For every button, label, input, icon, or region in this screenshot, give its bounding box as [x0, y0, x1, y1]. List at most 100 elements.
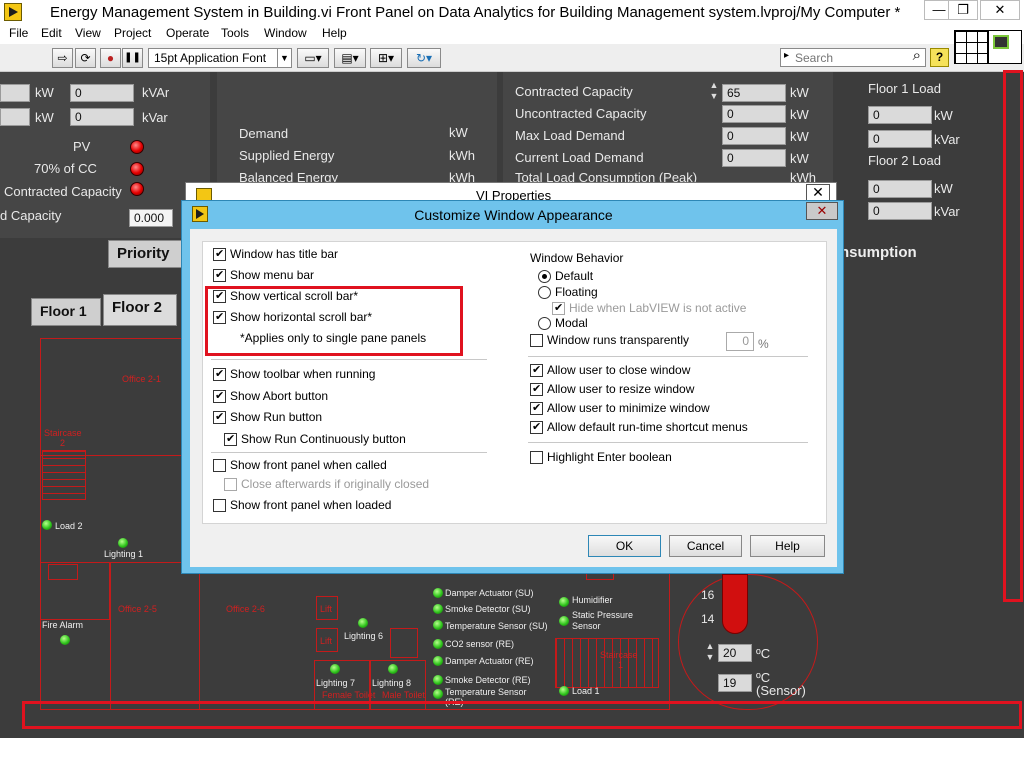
contracted-capacity-control[interactable]: 65 [722, 84, 786, 102]
temperature-setpoint-control[interactable]: 20 [718, 644, 752, 662]
pv-led [130, 140, 144, 154]
font-selector[interactable]: 15pt Application Font ▼ [148, 48, 292, 68]
smoke-detector-su-led [433, 604, 443, 614]
option-label: Show menu bar [230, 268, 315, 282]
run-continuously-button[interactable]: ⟳ [75, 48, 96, 68]
distribute-objects-icon: ▤▾ [341, 51, 359, 65]
pause-icon: ❚❚ [124, 52, 141, 63]
search-input[interactable] [795, 50, 905, 65]
tab-floor-1[interactable]: Floor 1 [31, 298, 101, 326]
vi-icon-graphic [993, 35, 1009, 49]
contracted-capacity-label: Contracted Capacity [4, 184, 122, 199]
checkbox-box [213, 410, 226, 424]
increment-decrement-icon[interactable]: ▲ ▼ [708, 80, 720, 104]
unit-label: kVar [934, 204, 960, 219]
option-label: Show Abort button [230, 389, 329, 403]
co2-sensor-label: CO2 sensor (RE) [445, 639, 515, 649]
damper-actuator-re-label: Damper Actuator (RE) [445, 656, 534, 666]
pause-button[interactable]: ❚❚ [122, 48, 143, 68]
vertical-scrollbar-highlight [1003, 70, 1023, 602]
kvar-indicator-1: 0 [70, 84, 134, 102]
reorder-button[interactable]: ↻▾ [407, 48, 441, 68]
load-2-label: Load 2 [55, 521, 83, 531]
help-button[interactable]: Help [750, 535, 825, 557]
option-label: Show front panel when called [230, 458, 387, 472]
smoke-detector-re-led [433, 675, 443, 685]
option-label: Allow default run-time shortcut menus [547, 420, 748, 434]
separator [528, 356, 808, 357]
floor2-kvar-indicator: 0 [868, 202, 932, 220]
tab-consumption[interactable]: nsumption [840, 240, 1010, 268]
office-2-6-label: Office 2-6 [226, 604, 265, 614]
checkbox-box [530, 420, 543, 434]
menu-tools[interactable]: Tools [221, 26, 249, 40]
menu-view[interactable]: View [75, 26, 101, 40]
search-icon[interactable]: ⌕ [913, 47, 921, 64]
fire-alarm-led [60, 635, 70, 645]
vi-icon[interactable] [988, 30, 1022, 64]
option-label: Hide when LabVIEW is not active [569, 301, 747, 315]
connector-pane-icon[interactable] [954, 30, 988, 64]
checkbox-box [213, 459, 226, 472]
option-label: Show Run Continuously button [241, 432, 406, 446]
abort-button[interactable]: ● [100, 48, 121, 68]
context-help-button[interactable]: ? [930, 48, 949, 67]
contracted-capacity-label: Contracted Capacity [515, 84, 633, 99]
labview-app-icon[interactable] [4, 3, 22, 21]
unit-label: kW [934, 108, 953, 123]
restore-button[interactable]: ❐ [948, 0, 978, 20]
smoke-detector-re-label: Smoke Detector (RE) [445, 675, 531, 685]
menu-edit[interactable]: Edit [41, 26, 62, 40]
unit-label: kW [790, 129, 809, 144]
menu-help[interactable]: Help [322, 26, 347, 40]
option-label: Show Run button [230, 410, 323, 424]
menu-operate[interactable]: Operate [166, 26, 209, 40]
option-label: Window runs transparently [547, 333, 690, 347]
font-selector-value: 15pt Application Font [154, 51, 267, 65]
staircase-2-label: Staircase [44, 428, 82, 438]
tab-priority[interactable]: Priority [108, 240, 186, 268]
temperature-sensor-re-led [433, 689, 443, 699]
temperature-sensor-indicator: 19 [718, 674, 752, 692]
floor1-load-label: Floor 1 Load [868, 81, 941, 96]
damper-actuator-re-led [433, 656, 443, 666]
lighting-1-label: Lighting 1 [104, 549, 144, 559]
current-load-indicator: 0 [722, 149, 786, 167]
unit-label: kWh [449, 148, 475, 163]
run-continuously-icon: ⟳ [80, 51, 91, 65]
staircase-1-number: 1 [618, 660, 624, 670]
run-button[interactable]: ⇨ [52, 48, 73, 68]
transparency-input[interactable]: 0 [726, 332, 754, 351]
align-objects-button[interactable]: ▭▾ [297, 48, 329, 68]
search-box[interactable]: ▸ ⌕ [780, 47, 926, 67]
option-label: Default [555, 269, 594, 283]
checkbox-box [213, 367, 226, 381]
distribute-objects-button[interactable]: ▤▾ [334, 48, 366, 68]
option-label: Close afterwards if originally closed [241, 477, 430, 491]
staircase-2-symbol [42, 450, 86, 500]
checkbox-box [213, 247, 226, 261]
reorder-icon: ↻▾ [415, 51, 433, 65]
cancel-button[interactable]: Cancel [669, 535, 742, 557]
close-window-button[interactable]: ✕ [980, 0, 1020, 20]
radio-button [538, 270, 551, 283]
fire-alarm-symbol [48, 564, 78, 580]
tab-floor-2[interactable]: Floor 2 [103, 294, 177, 326]
contracted-capacity-led [130, 182, 144, 196]
menu-project[interactable]: Project [114, 26, 151, 40]
office-2-1-label: Office 2-1 [122, 374, 161, 384]
current-load-label: Current Load Demand [515, 150, 644, 165]
static-pressure-sensor-label: Sensor [572, 621, 601, 631]
office-2-5-label: Office 2-5 [118, 604, 157, 614]
checkbox-box [530, 401, 543, 415]
lighting-6-led [358, 618, 368, 628]
lift-label: Lift [320, 636, 333, 646]
setpoint-stepper-icon[interactable]: ▲ ▼ [704, 641, 716, 665]
menu-window[interactable]: Window [264, 26, 307, 40]
ok-button[interactable]: OK [588, 535, 661, 557]
menu-file[interactable]: File [9, 26, 28, 40]
option-label: Allow user to minimize window [547, 401, 710, 415]
resize-objects-button[interactable]: ⊞▾ [370, 48, 402, 68]
checkbox-box [224, 478, 237, 491]
dialog-close-button[interactable]: ✕ [806, 202, 838, 220]
